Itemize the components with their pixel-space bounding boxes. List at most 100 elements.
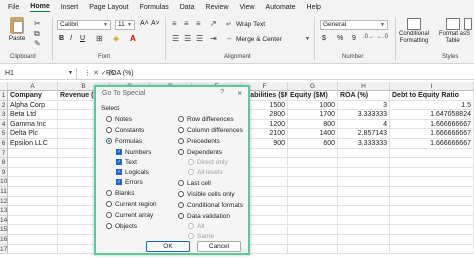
wrap-text-button[interactable]: Wrap Text [236, 21, 265, 28]
ok-button[interactable]: OK [146, 241, 190, 252]
indent-icon[interactable]: ⇥ [210, 34, 217, 43]
cell-styles-button[interactable]: S [464, 18, 472, 38]
menu-page-layout[interactable]: Page Layout [89, 4, 128, 11]
table-cell[interactable] [338, 187, 390, 197]
table-cell[interactable] [8, 158, 58, 168]
company-cell[interactable]: Beta Ltd [8, 110, 58, 120]
option-precedents[interactable]: Precedents [178, 137, 220, 145]
table-cell[interactable] [338, 177, 390, 187]
table-cell[interactable] [390, 177, 474, 187]
comma-button[interactable]: 9 [352, 35, 356, 42]
align-left-icon[interactable]: ☰ [172, 34, 179, 43]
underline-button[interactable]: U [80, 35, 85, 42]
bold-button[interactable]: B [59, 35, 64, 42]
option-formulas[interactable]: Formulas [106, 137, 142, 145]
decrease-decimal-icon[interactable]: ←.0 [377, 34, 388, 40]
paste-button[interactable]: Paste [6, 17, 28, 42]
table-cell[interactable] [338, 148, 390, 159]
align-top-icon[interactable]: ≡ [172, 19, 177, 28]
name-box[interactable]: H1 ▼ [3, 68, 77, 79]
table-cell[interactable] [338, 158, 390, 168]
table-cell[interactable] [8, 225, 58, 235]
row-header-4[interactable]: 4 [0, 119, 8, 130]
table-cell[interactable] [390, 196, 474, 207]
equity-cell[interactable]: 1400 [288, 129, 338, 139]
font-color-icon[interactable]: A [130, 34, 136, 43]
table-cell[interactable] [338, 244, 390, 255]
row-header-14[interactable]: 14 [0, 215, 8, 226]
row-header-6[interactable]: 6 [0, 139, 8, 149]
menu-review[interactable]: Review [206, 4, 229, 11]
row-header-15[interactable]: 15 [0, 225, 8, 235]
table-cell[interactable] [288, 187, 338, 197]
row-header-13[interactable]: 13 [0, 206, 8, 216]
conditional-formatting-button[interactable]: Conditional Formatting [399, 18, 429, 45]
row-header-5[interactable]: 5 [0, 129, 8, 139]
check-logicals[interactable]: ✓ Logicals [116, 168, 149, 176]
menu-file[interactable]: File [8, 4, 19, 11]
fill-color-icon[interactable]: ◈ [113, 34, 119, 43]
borders-icon[interactable]: ⊞ [96, 34, 103, 43]
column-header-i[interactable]: I [390, 82, 474, 91]
debt-equity-cell[interactable]: 1.666666667 [390, 139, 474, 149]
menu-view[interactable]: View [240, 4, 255, 11]
help-icon[interactable]: ? [220, 89, 224, 96]
table-cell[interactable] [338, 196, 390, 207]
column-header-g[interactable]: G [288, 82, 338, 91]
menu-formulas[interactable]: Formulas [140, 4, 169, 11]
column-header-a[interactable]: A [8, 82, 58, 91]
debt-equity-cell[interactable]: 1.666666667 [390, 129, 474, 139]
table-cell[interactable] [8, 215, 58, 226]
option-row-differences[interactable]: Row differences [178, 115, 234, 123]
row-header-12[interactable]: 12 [0, 196, 8, 207]
company-cell[interactable]: Alpha Corp [8, 100, 58, 111]
table-cell[interactable] [390, 158, 474, 168]
table-cell[interactable] [288, 148, 338, 159]
table-cell[interactable] [288, 215, 338, 226]
option-dependents[interactable]: Dependents [178, 148, 222, 156]
row-header-3[interactable]: 3 [0, 110, 8, 120]
header-cell[interactable]: Equity ($M) [288, 91, 338, 101]
cancel-button[interactable]: Cancel [197, 241, 241, 252]
debt-equity-cell[interactable]: 1.647058824 [390, 110, 474, 120]
italic-button[interactable]: I [70, 35, 72, 42]
equity-cell[interactable]: 1700 [288, 110, 338, 120]
format-as-table-button[interactable]: Format as Table [439, 18, 466, 45]
table-cell[interactable] [288, 158, 338, 168]
menu-automate[interactable]: Automate [266, 4, 296, 11]
roa-cell[interactable]: 3 [338, 100, 390, 111]
table-cell[interactable] [338, 167, 390, 178]
row-header-16[interactable]: 16 [0, 235, 8, 245]
option-current-region[interactable]: Current region [106, 200, 157, 208]
increase-decimal-icon[interactable]: .0→ [363, 34, 374, 40]
roa-cell[interactable]: 3.333333 [338, 139, 390, 149]
option-data-validation[interactable]: Data validation [178, 212, 230, 220]
option-visible-cells-only[interactable]: Visible cells only [178, 190, 235, 198]
table-cell[interactable] [288, 244, 338, 255]
copy-icon[interactable]: ⧉ [34, 29, 40, 39]
option-constants[interactable]: Constants [106, 126, 144, 134]
font-size-select[interactable]: 11 ▼ [115, 20, 135, 30]
option-last-cell[interactable]: Last cell [178, 179, 211, 187]
menu-home[interactable]: Home [30, 3, 50, 12]
cancel-icon[interactable]: ✕ [93, 70, 101, 77]
roa-cell[interactable]: 4 [338, 119, 390, 130]
table-cell[interactable] [8, 244, 58, 255]
row-header-9[interactable]: 9 [0, 167, 8, 178]
table-cell[interactable] [288, 167, 338, 178]
table-cell[interactable] [288, 196, 338, 207]
equity-cell[interactable]: 600 [288, 139, 338, 149]
table-cell[interactable] [390, 235, 474, 245]
option-column-differences[interactable]: Column differences [178, 126, 243, 134]
check-text[interactable]: ✓ Text [116, 158, 137, 166]
equity-cell[interactable]: 1000 [288, 100, 338, 111]
currency-button[interactable]: $ [322, 35, 326, 42]
check-errors[interactable]: ✓ Errors [116, 178, 143, 186]
table-cell[interactable] [8, 235, 58, 245]
table-cell[interactable] [8, 167, 58, 178]
header-cell[interactable]: Debt to Equity Ratio [390, 91, 474, 101]
table-cell[interactable] [288, 235, 338, 245]
row-header-8[interactable]: 8 [0, 158, 8, 168]
table-cell[interactable] [8, 148, 58, 159]
row-header-17[interactable]: 17 [0, 244, 8, 255]
